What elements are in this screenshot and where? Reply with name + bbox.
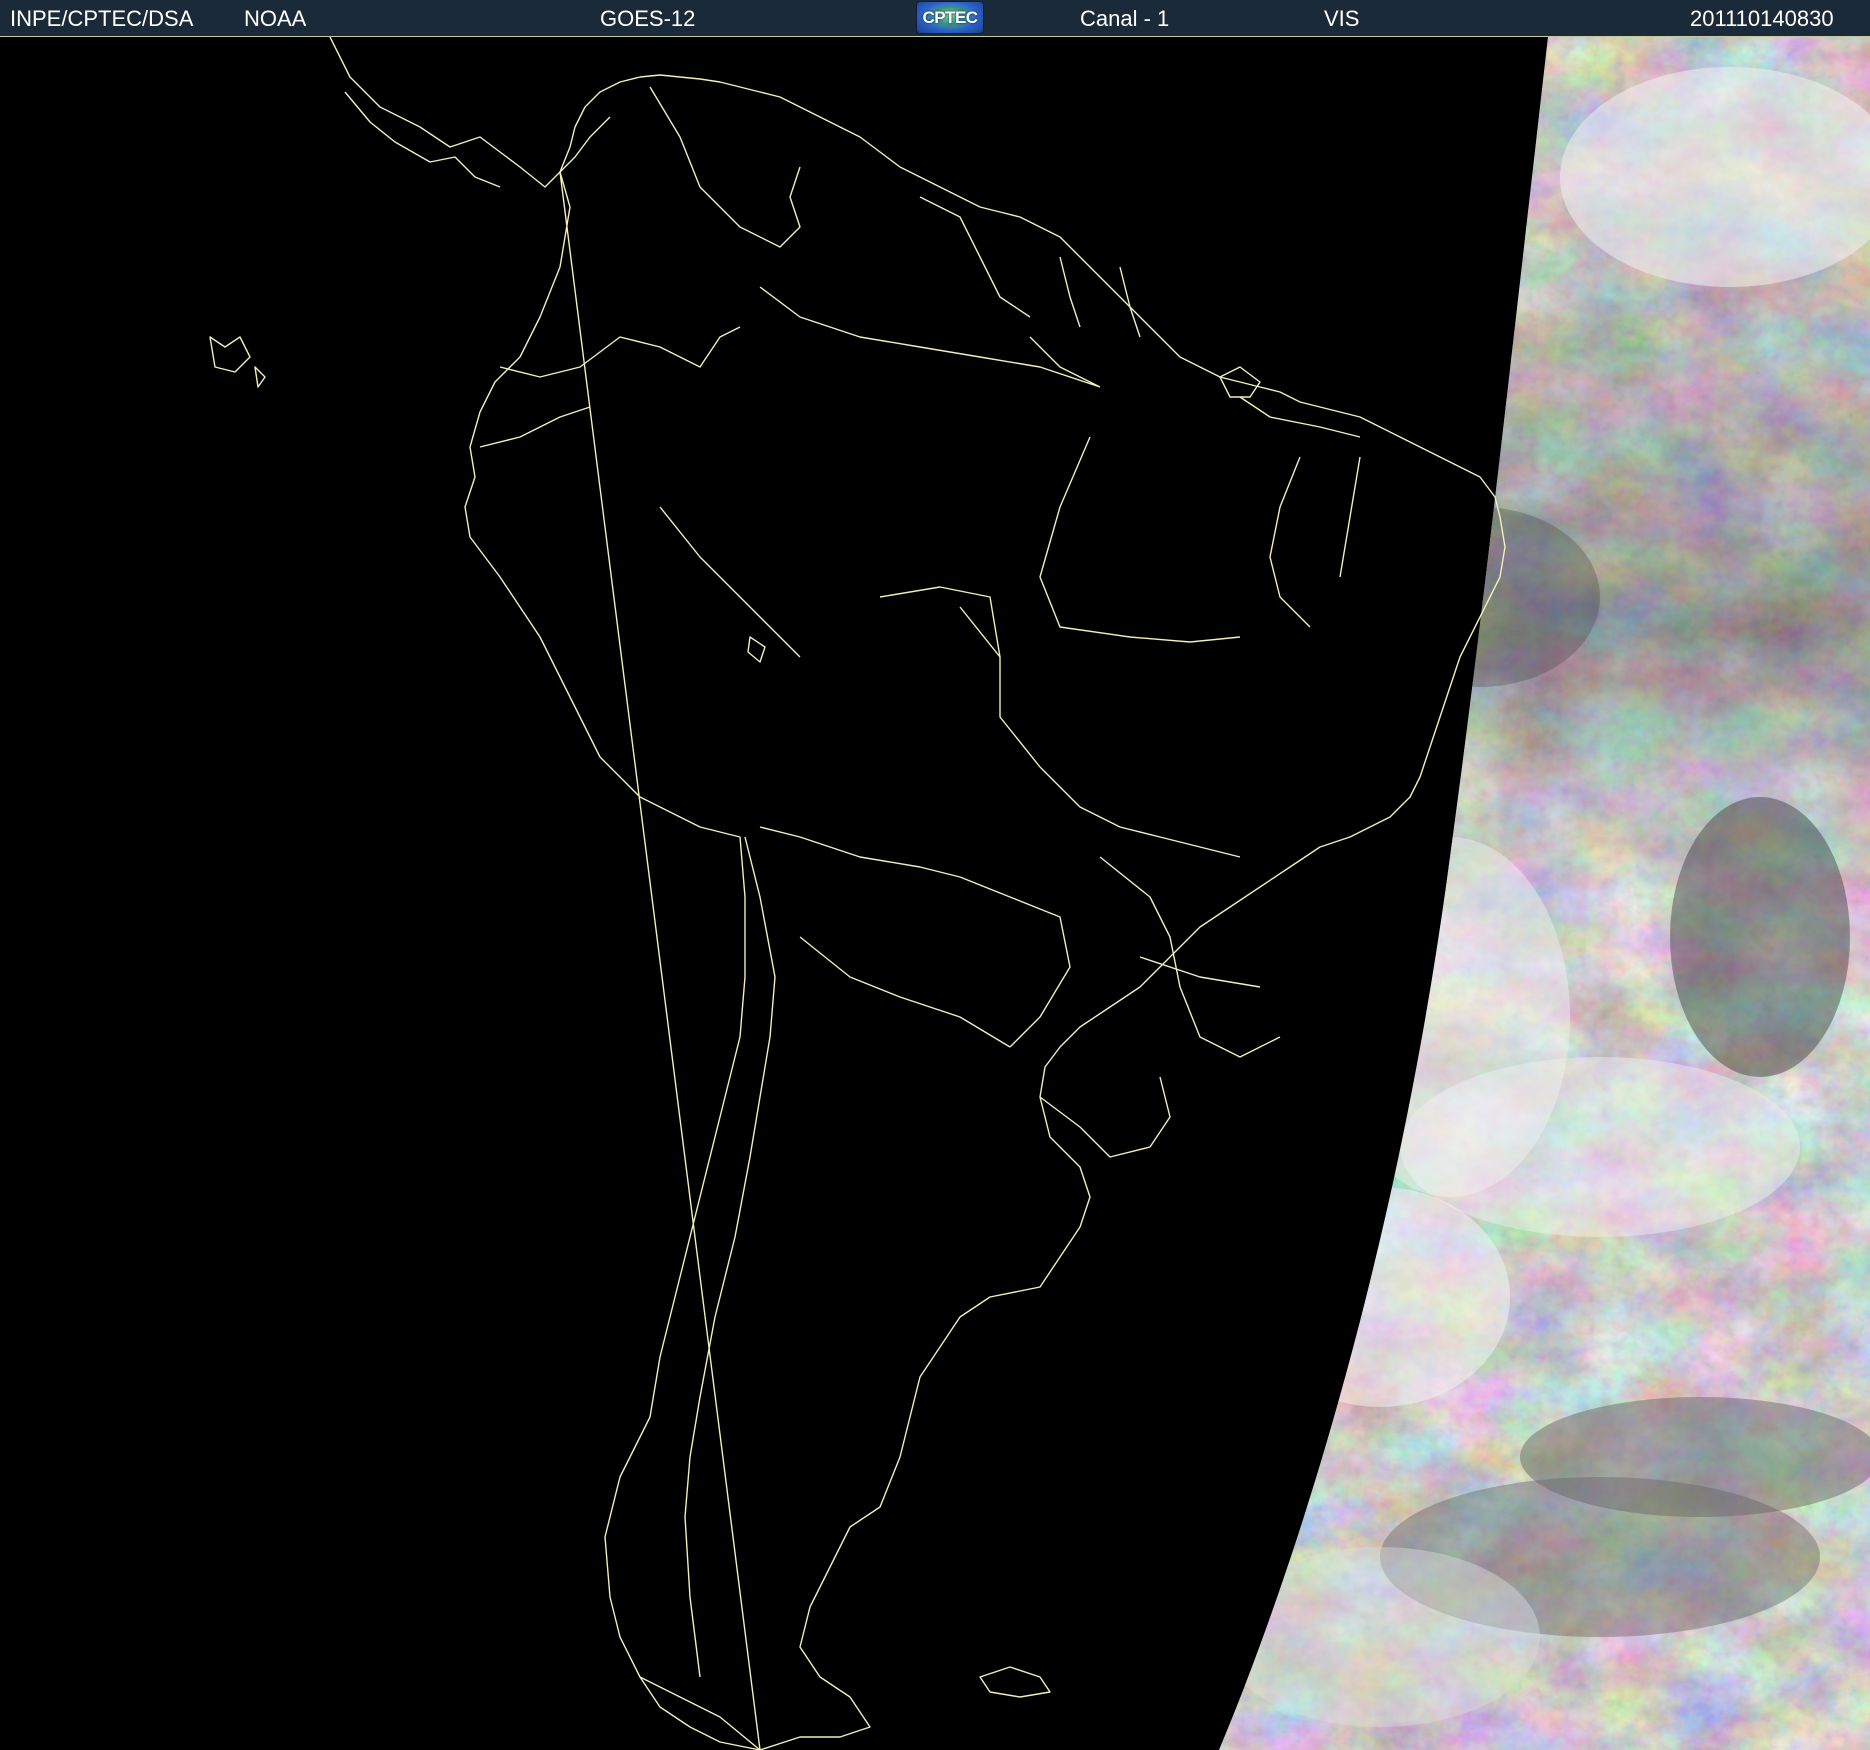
argentina-north-border bbox=[799, 936, 1011, 1048]
brazil-south-states bbox=[1099, 856, 1281, 1058]
band-label: VIS bbox=[1324, 6, 1360, 31]
logo-text: CPTEC bbox=[922, 8, 978, 27]
argentina-chile-border bbox=[684, 836, 776, 1678]
satellite-map-svg bbox=[209, 37, 1870, 1750]
political-borders bbox=[209, 37, 1506, 1750]
bolivia-brazil-border bbox=[879, 586, 1001, 658]
timestamp-label: 201110140830 bbox=[1690, 6, 1834, 31]
brazil-center-states bbox=[959, 606, 1241, 858]
satellite-image bbox=[0, 37, 1870, 1750]
cptec-logo: CPTEC bbox=[916, 1, 984, 34]
colombia-south-border bbox=[499, 326, 741, 378]
channel-label: Canal - 1 bbox=[1080, 6, 1170, 31]
satellite-label: GOES-12 bbox=[600, 6, 696, 31]
guianas-borders bbox=[1059, 256, 1141, 338]
ecuador-peru-border bbox=[479, 406, 591, 448]
operator-label: NOAA bbox=[244, 6, 307, 31]
brazil-north-states bbox=[759, 286, 1101, 388]
lake-titicaca bbox=[747, 636, 766, 663]
panama-coast-south bbox=[344, 91, 501, 188]
colombia-venezuela-border bbox=[649, 86, 801, 248]
brazil-amazonas-para bbox=[1039, 436, 1241, 643]
falkland-islands bbox=[979, 1666, 1051, 1698]
bolivia-south-border bbox=[759, 826, 961, 878]
top-info-bar: INPE/CPTEC/DSA NOAA GOES-12 CPTEC Canal … bbox=[0, 0, 1870, 37]
agency-label: INPE/CPTEC/DSA bbox=[10, 6, 194, 31]
peru-brazil-border bbox=[659, 506, 801, 658]
tierra-del-fuego bbox=[639, 1676, 761, 1750]
central-america-coast bbox=[329, 37, 611, 188]
galapagos-islands bbox=[209, 336, 266, 388]
cloud-imagery bbox=[1219, 37, 1870, 1750]
uruguay-border bbox=[1039, 1076, 1171, 1158]
brazil-northeast-interior bbox=[1239, 396, 1361, 628]
paraguay-border bbox=[959, 876, 1071, 1048]
